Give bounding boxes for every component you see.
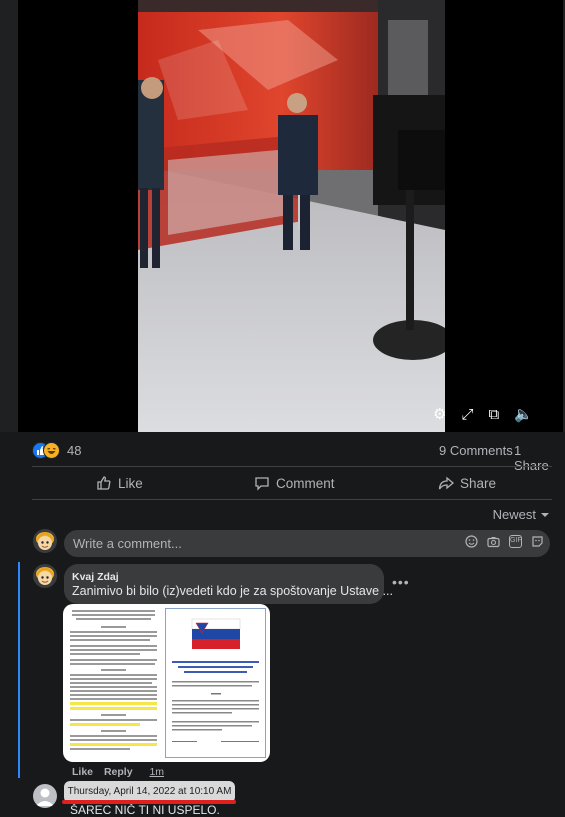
highlight-bar [18, 562, 20, 778]
comment-composer[interactable]: Write a comment... GIF [64, 530, 550, 557]
shares-count[interactable]: 1 Share [514, 443, 552, 473]
post-stats: 48 9 Comments 1 Share [32, 440, 552, 473]
document-page-right [165, 608, 266, 758]
camera-icon[interactable] [487, 535, 500, 551]
haha-reaction-icon[interactable] [43, 442, 60, 459]
expand-icon[interactable]: ⤢ [461, 407, 473, 423]
like-button-label: Like [118, 475, 143, 491]
comments-count[interactable]: 9 Comments [439, 443, 513, 458]
default-user-icon [36, 788, 54, 806]
comment-bubble[interactable]: Kvaj Zdaj Zanimivo bi bilo (iz)vedeti kd… [64, 564, 393, 604]
reaction-count[interactable]: 48 [67, 443, 81, 458]
comment-like-link[interactable]: Like [72, 766, 93, 778]
gif-icon[interactable]: GIF [509, 535, 522, 548]
red-underline-annotation [62, 800, 236, 804]
sticker-icon[interactable] [531, 535, 544, 551]
current-user-avatar[interactable] [33, 529, 57, 553]
comment-input-placeholder: Write a comment... [73, 536, 182, 551]
video-frame[interactable] [138, 0, 445, 432]
share-icon [438, 476, 454, 490]
comment-attachment-image[interactable] [63, 604, 270, 762]
comment-sort-dropdown[interactable]: Newest [493, 507, 550, 522]
comment-author[interactable]: Kvaj Zdaj [72, 571, 119, 583]
sort-label: Newest [492, 507, 536, 522]
ballot-document-graphic [172, 618, 259, 742]
video-controls: ⚙ ⤢ ⧉ 🔈 [433, 407, 533, 423]
tv-studio-scene [138, 0, 445, 432]
comment-reply-link[interactable]: Reply [104, 766, 133, 778]
composer-icons: GIF [465, 535, 544, 551]
video-player[interactable]: ⚙ ⤢ ⧉ 🔈 [0, 0, 565, 432]
comment-timestamp[interactable]: 1m [149, 766, 164, 778]
divider [32, 499, 552, 500]
thumbs-up-icon [97, 476, 111, 490]
comment-text: Zanimivo bi bilo (iz)vedeti kdo je za sp… [72, 584, 393, 598]
comment-options-icon[interactable]: ••• [392, 574, 410, 590]
sticker-smile-icon[interactable] [465, 535, 478, 551]
post-actions: Like Comment Share [32, 470, 552, 496]
comment-icon [255, 477, 269, 491]
share-button[interactable]: Share [438, 470, 496, 496]
mute-icon[interactable]: 🔈 [514, 407, 533, 423]
picture-in-picture-icon[interactable]: ⧉ [488, 407, 499, 423]
settings-icon[interactable]: ⚙ [433, 407, 446, 423]
share-button-label: Share [460, 475, 497, 491]
caret-down-icon [541, 512, 549, 517]
like-button[interactable]: Like [96, 470, 143, 496]
document-page-left [66, 608, 161, 760]
comment-actions: Like Reply 1m [72, 766, 164, 778]
comment-button-label: Comment [276, 475, 335, 491]
divider [32, 466, 552, 467]
comment-button[interactable]: Comment [254, 470, 335, 496]
commenter-avatar[interactable] [33, 564, 57, 588]
reply-author-avatar[interactable] [33, 784, 57, 808]
